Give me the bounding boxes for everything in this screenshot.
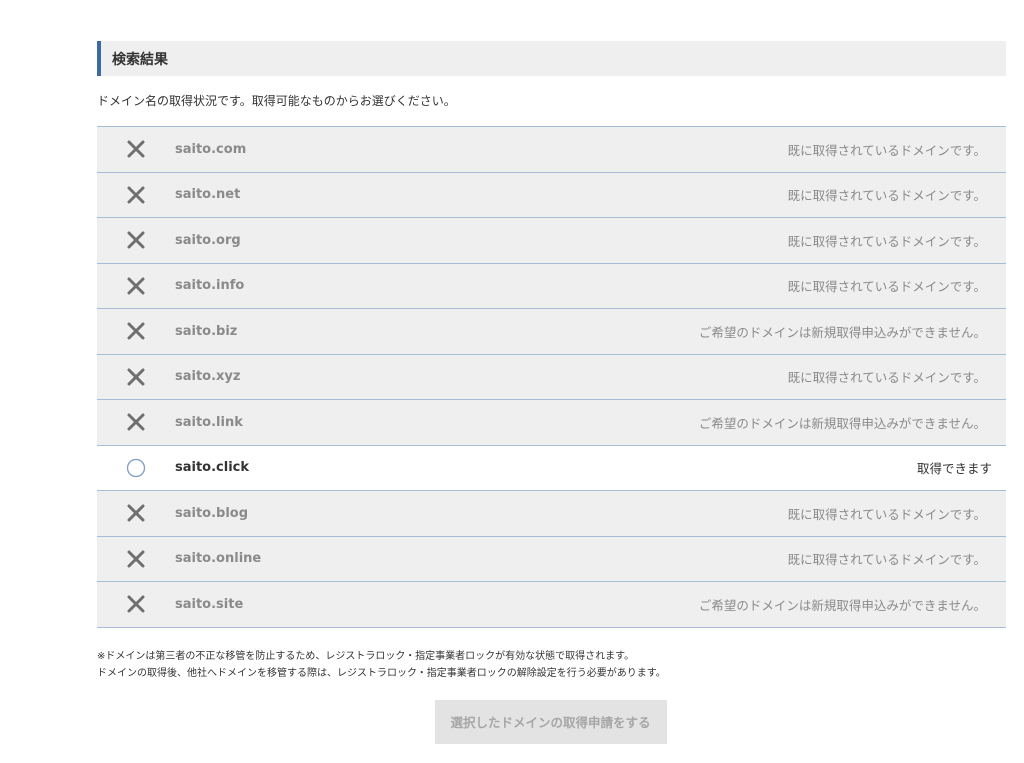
status-message: 既に取得されているドメインです。: [787, 142, 986, 158]
cross-icon: [97, 186, 175, 204]
status-message: 既に取得されているドメインです。: [787, 552, 986, 568]
status-message: 既に取得されているドメインです。: [787, 370, 986, 386]
cross-icon: [97, 504, 175, 522]
domain-name: saito.biz: [175, 323, 238, 339]
status-message: ご希望のドメインは新規取得申込みができません。: [698, 597, 986, 613]
radio-icon[interactable]: [97, 458, 175, 478]
result-row: saito.biz ご希望のドメインは新規取得申込みができません。: [97, 309, 1006, 355]
result-row: saito.site ご希望のドメインは新規取得申込みができません。: [97, 582, 1006, 628]
submit-button[interactable]: 選択したドメインの取得申請をする: [434, 699, 667, 744]
cross-icon: [97, 413, 175, 431]
domain-name: saito.com: [175, 141, 247, 157]
cross-icon: [97, 231, 175, 249]
result-row: saito.net 既に取得されているドメインです。: [97, 172, 1006, 218]
domain-name: saito.org: [175, 232, 241, 248]
domain-name: saito.blog: [175, 505, 249, 521]
domain-name: saito.online: [175, 551, 262, 567]
results-list: saito.com 既に取得されているドメインです。 saito.net 既に取得され…: [97, 126, 1006, 628]
status-message: 既に取得されているドメインです。: [787, 188, 986, 204]
result-row: saito.link ご希望のドメインは新規取得申込みができません。: [97, 400, 1006, 446]
section-title: 検索結果: [112, 51, 168, 68]
submit-wrap: 選択したドメインの取得申請をする: [97, 699, 1006, 744]
status-message: ご希望のドメインは新規取得申込みができません。: [698, 415, 986, 431]
notes: ※ドメインは第三者の不正な移管を防止するため、レジストラロック・指定事業者ロック…: [97, 648, 1006, 682]
section-header: 検索結果: [97, 41, 1006, 76]
domain-name: saito.click: [175, 460, 250, 476]
result-row: saito.xyz 既に取得されているドメインです。: [97, 354, 1006, 400]
result-row[interactable]: saito.click 取得できます: [97, 445, 1006, 491]
result-row: saito.org 既に取得されているドメインです。: [97, 218, 1006, 264]
domain-name: saito.net: [175, 187, 241, 203]
result-row: saito.info 既に取得されているドメインです。: [97, 263, 1006, 309]
domain-name: saito.site: [175, 596, 244, 612]
cross-icon: [97, 550, 175, 568]
domain-name: saito.xyz: [175, 369, 241, 385]
status-message: 取得できます: [916, 461, 992, 477]
domain-name: saito.link: [175, 414, 243, 430]
result-row: saito.online 既に取得されているドメインです。: [97, 536, 1006, 582]
intro-text: ドメイン名の取得状況です。取得可能なものからお選びください。: [97, 94, 456, 108]
cross-icon: [97, 368, 175, 386]
cross-icon: [97, 140, 175, 158]
result-row: saito.com 既に取得されているドメインです。: [97, 127, 1006, 173]
result-row: saito.blog 既に取得されているドメインです。: [97, 491, 1006, 537]
domain-name: saito.info: [175, 278, 245, 294]
note-line: ドメインの取得後、他社へドメインを移管する際は、レジストラロック・指定事業者ロッ…: [97, 667, 666, 679]
cross-icon: [97, 277, 175, 295]
cross-icon: [97, 595, 175, 613]
status-message: 既に取得されているドメインです。: [787, 506, 986, 522]
cross-icon: [97, 322, 175, 340]
status-message: ご希望のドメインは新規取得申込みができません。: [698, 324, 986, 340]
search-results-panel: 検索結果 ドメイン名の取得状況です。取得可能なものからお選びください。 sait…: [97, 41, 1006, 744]
note-line: ※ドメインは第三者の不正な移管を防止するため、レジストラロック・指定事業者ロック…: [97, 650, 635, 662]
status-message: 既に取得されているドメインです。: [787, 279, 986, 295]
status-message: 既に取得されているドメインです。: [787, 233, 986, 249]
